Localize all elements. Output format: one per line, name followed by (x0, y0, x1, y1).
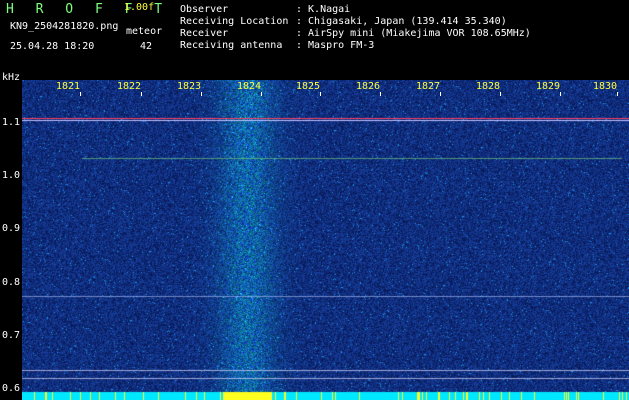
x-tick-label: 1821 (56, 81, 81, 92)
x-tick-label: 1823 (177, 81, 202, 92)
info-observer-label: Observer (180, 4, 229, 15)
info-location-label: Receiving Location (180, 16, 289, 27)
info-observer-value: : K.Nagai (296, 4, 351, 15)
x-tick-mark (380, 92, 381, 96)
info-receiver-label: Receiver (180, 28, 229, 39)
x-tick-label: 1822 (117, 81, 142, 92)
datetime-label: 25.04.28 18:20 (10, 41, 95, 52)
info-receiver-value: : AirSpy mini (Miakejima VOR 108.65MHz) (296, 28, 531, 39)
version-label: 1.00f (124, 2, 155, 13)
y-tick-label: 0.6 (2, 383, 21, 395)
filename-label: KN9_2504281820.png (10, 21, 119, 32)
x-tick-mark (320, 92, 321, 96)
x-tick-mark (440, 92, 441, 96)
x-tick-mark (201, 92, 202, 96)
y-tick-label: 1.0 (2, 170, 21, 181)
count-label: 42 (140, 41, 153, 52)
header-panel: H R O F F T 1.00f KN9_2504281820.png met… (0, 0, 629, 83)
y-tick-label: 0.8 (2, 276, 21, 288)
x-tick-mark (500, 92, 501, 96)
x-tick-label: 1828 (476, 81, 501, 92)
info-antenna-value: : Maspro FM-3 (296, 40, 375, 51)
info-location-value: : Chigasaki, Japan (139.414 35.340) (296, 16, 507, 27)
y-tick-label: 1.1 (2, 116, 21, 128)
x-tick-label: 1830 (593, 81, 618, 92)
info-antenna-label: Receiving antenna (180, 40, 283, 51)
x-tick-mark (141, 92, 142, 96)
x-tick-mark (80, 92, 81, 96)
y-tick-label: 0.7 (2, 330, 21, 341)
y-axis (0, 80, 22, 400)
x-tick-label: 1827 (416, 81, 441, 92)
x-tick-mark (261, 92, 262, 96)
waterfall-spectrogram (22, 80, 629, 400)
x-tick-mark (560, 92, 561, 96)
mode-label: meteor (126, 26, 163, 37)
y-tick-label: 0.9 (2, 223, 21, 235)
x-tick-label: 1826 (356, 81, 381, 92)
x-tick-label: 1824 (237, 81, 262, 92)
x-tick-label: 1825 (296, 81, 321, 92)
x-tick-label: 1829 (536, 81, 561, 92)
x-tick-mark (617, 92, 618, 96)
